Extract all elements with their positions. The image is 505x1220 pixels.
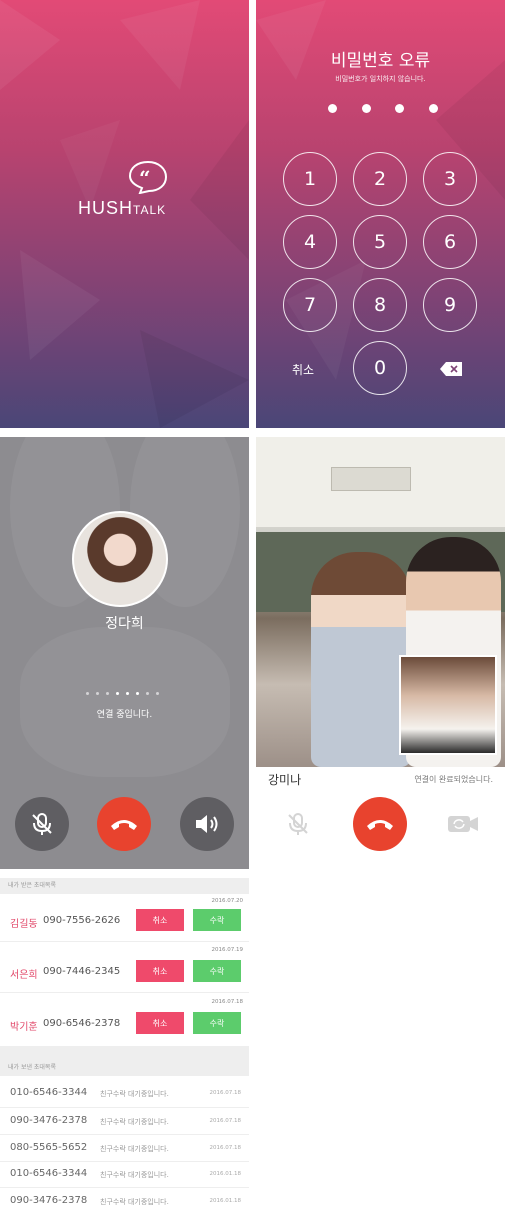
sent-phone: 010-6546-3344	[10, 1168, 88, 1179]
received-header: 내가 받은 초대목록	[0, 878, 249, 894]
error-subtitle: 비밀번호가 일치하지 않습니다.	[335, 75, 426, 83]
mic-off-icon	[32, 813, 52, 835]
backspace-icon[interactable]	[440, 362, 462, 376]
progress-dot	[86, 692, 89, 695]
cancel-button[interactable]: 취소	[136, 909, 184, 931]
key-6[interactable]: 6	[423, 215, 477, 269]
video-person	[311, 552, 411, 767]
cancel-button[interactable]: 취소	[136, 1012, 184, 1034]
call-status: 연결 중입니다.	[96, 710, 153, 720]
call-status: 연결이 완료되었습니다.	[414, 775, 493, 784]
remote-video	[256, 437, 505, 767]
invite-phone: 090-7446-2345	[43, 966, 121, 977]
sent-phone: 010-6546-3344	[10, 1087, 88, 1098]
key-2[interactable]: 2	[353, 152, 407, 206]
key-8[interactable]: 8	[353, 278, 407, 332]
accept-button[interactable]: 수락	[193, 1012, 241, 1034]
divider	[0, 1134, 249, 1135]
key-0[interactable]: 0	[353, 341, 407, 395]
key-5[interactable]: 5	[353, 215, 407, 269]
calling-screen: 정다희 연결 중입니다.	[0, 437, 249, 869]
sent-phone: 090-3476-2378	[10, 1115, 88, 1126]
progress-dot	[146, 692, 149, 695]
divider	[0, 1107, 249, 1108]
invite-phone: 090-7556-2626	[43, 915, 121, 926]
sent-status: 친구수락 대기중입니다.	[100, 1090, 169, 1098]
avatar	[72, 511, 168, 607]
progress-dot	[116, 692, 119, 695]
sent-header: 내가 보낸 초대목록	[0, 1046, 249, 1076]
svg-text:“: “	[139, 166, 151, 190]
accept-button[interactable]: 수락	[193, 909, 241, 931]
invitation-list: 내가 받은 초대목록 2016.07.20 김길동 090-7556-2626 …	[0, 878, 249, 1220]
sent-phone: 080-5565-5652	[10, 1142, 88, 1153]
invite-date: 2016.07.18	[211, 999, 244, 1005]
hang-up-button[interactable]	[97, 797, 151, 851]
contact-name: 강미나	[268, 773, 302, 787]
hang-up-button[interactable]	[353, 797, 407, 851]
key-4[interactable]: 4	[283, 215, 337, 269]
switch-camera-button[interactable]	[436, 797, 490, 851]
invite-date: 2016.07.20	[211, 898, 244, 904]
mic-off-icon	[288, 813, 308, 835]
speaker-icon	[196, 815, 218, 833]
brand-hush: HUSH	[78, 198, 134, 218]
progress-dot	[96, 692, 99, 695]
invite-date: 2016.07.19	[211, 947, 244, 953]
hang-up-icon	[111, 820, 137, 830]
sent-date: 2016.01.18	[209, 1171, 242, 1177]
splash-screen: “ HUSHTALK	[0, 0, 249, 428]
passcode-screen: 비밀번호 오류 비밀번호가 일치하지 않습니다. 1 2 3 4 5 6 7 8…	[256, 0, 505, 428]
mute-button[interactable]	[271, 797, 325, 851]
brand-wordmark: HUSHTALK	[78, 198, 166, 219]
hushtalk-logo: “ HUSHTALK	[78, 160, 178, 220]
progress-dot	[126, 692, 129, 695]
invite-name: 김길동	[10, 919, 38, 930]
divider	[0, 992, 249, 993]
sent-date: 2016.07.18	[209, 1090, 242, 1096]
quote-bubble-icon: “	[128, 160, 168, 194]
invite-name: 박기훈	[10, 1022, 38, 1033]
sent-status: 친구수락 대기중입니다.	[100, 1198, 169, 1206]
sent-status: 친구수락 대기중입니다.	[100, 1171, 169, 1179]
video-vent	[331, 467, 411, 491]
video-call-screen: 강미나 연결이 완료되었습니다.	[256, 437, 505, 869]
cancel-button[interactable]: 취소	[136, 960, 184, 982]
progress-dot	[136, 692, 139, 695]
sent-status: 친구수락 대기중입니다.	[100, 1118, 169, 1126]
sent-status: 친구수락 대기중입니다.	[100, 1145, 169, 1153]
progress-dot	[156, 692, 159, 695]
pin-dot	[361, 104, 371, 113]
background-photo-shape	[20, 627, 230, 777]
sent-date: 2016.07.18	[209, 1118, 242, 1124]
divider	[0, 1187, 249, 1188]
contact-name: 정다희	[105, 616, 144, 632]
hang-up-icon	[367, 820, 393, 830]
key-3[interactable]: 3	[423, 152, 477, 206]
progress-dot	[106, 692, 109, 695]
divider	[0, 941, 249, 942]
switch-camera-icon	[448, 816, 478, 832]
brand-talk: TALK	[133, 203, 167, 217]
self-video-preview[interactable]	[399, 655, 497, 755]
sent-date: 2016.07.18	[209, 1145, 242, 1151]
pin-dot	[328, 104, 337, 113]
progress-dots	[86, 692, 159, 695]
pin-dots	[328, 104, 438, 113]
accept-button[interactable]: 수락	[193, 960, 241, 982]
mute-button[interactable]	[15, 797, 69, 851]
cancel-button[interactable]: 취소	[292, 361, 314, 378]
divider	[0, 1161, 249, 1162]
sent-phone: 090-3476-2378	[10, 1195, 88, 1206]
speaker-button[interactable]	[180, 797, 234, 851]
key-7[interactable]: 7	[283, 278, 337, 332]
pin-dot	[428, 104, 438, 113]
invite-phone: 090-6546-2378	[43, 1018, 121, 1029]
key-1[interactable]: 1	[283, 152, 337, 206]
pin-dot	[395, 104, 405, 113]
sent-date: 2016.01.18	[209, 1198, 242, 1204]
invite-name: 서은희	[10, 970, 38, 981]
error-title: 비밀번호 오류	[330, 51, 431, 71]
key-9[interactable]: 9	[423, 278, 477, 332]
